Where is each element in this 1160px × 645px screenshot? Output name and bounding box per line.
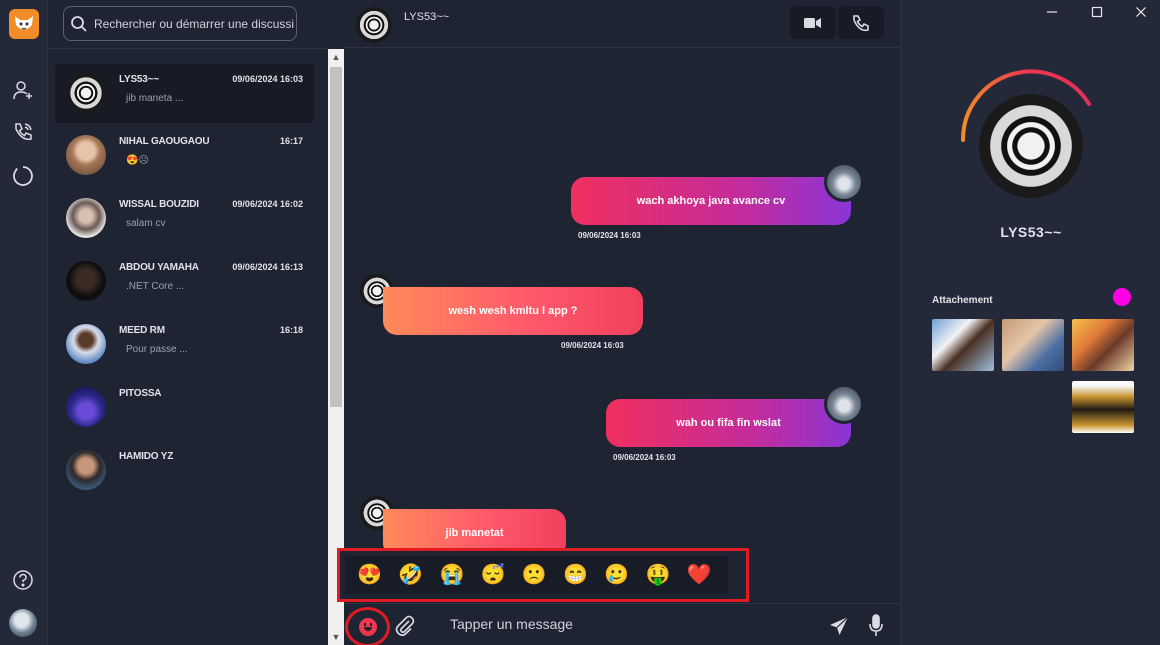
emoji-heart-eyes[interactable]: 😍 [357,565,398,585]
avatar [66,135,106,175]
minimize-button[interactable] [1040,2,1064,22]
attachments-indicator [1113,288,1131,306]
close-button[interactable] [1129,2,1153,22]
conversation-item[interactable]: ABDOU YAMAHA 09/06/2024 16:13 .NET Core … [55,252,314,311]
profile-name: LYS53~~ [1000,224,1062,240]
avatar [66,73,106,113]
emoji-grin[interactable]: 😁 [563,565,604,585]
avatar [66,324,106,364]
chat-title: LYS53~~ [404,11,450,23]
profile-avatar[interactable] [979,94,1083,198]
last-message-time: 16:18 [279,325,303,335]
left-rail [0,0,48,645]
paperclip-icon[interactable] [394,615,416,637]
emoji-frown[interactable]: 🙁 [522,565,563,585]
emoji-rofl[interactable]: 🤣 [398,565,439,585]
last-message-time: 16:17 [279,136,303,146]
last-message-preview: salam cv [126,218,166,229]
message-input[interactable] [450,616,810,632]
last-message-preview: .NET Core ... [126,281,185,292]
message-time: 09/06/2024 16:03 [561,341,624,350]
help-icon[interactable] [10,567,36,593]
message-bubble-outgoing[interactable]: wah ou fifa fin wslat [606,399,851,447]
add-user-icon[interactable] [10,77,36,103]
message-text: wah ou fifa fin wslat [676,417,781,429]
message-text: wach akhoya java avance cv [636,195,786,207]
last-message-time: 09/06/2024 16:02 [232,199,303,209]
message-bubble-incoming[interactable]: wesh wesh kmltu l app ? [383,287,643,335]
conversation-item[interactable]: NIHAL GAOUGAOU 16:17 😍☹ [55,126,314,185]
search-icon [71,15,87,32]
emoji-crying[interactable]: 😭 [439,565,480,585]
contact-name: ABDOU YAMAHA [119,262,199,273]
last-message-time: 09/06/2024 16:03 [232,74,303,84]
contact-name: MEED RM [119,325,165,336]
contact-name: NIHAL GAOUGAOU [119,136,210,147]
last-message-preview: 😍☹ [126,155,149,166]
message-time: 09/06/2024 16:03 [613,453,676,462]
emoji-money-mouth[interactable]: 🤑 [646,565,687,585]
last-message-preview: jib maneta ... [126,93,184,104]
search-box[interactable] [63,6,297,41]
message-bubble-incoming[interactable]: jib manetat [383,509,566,549]
video-icon [804,17,821,28]
self-avatar[interactable] [9,609,37,637]
chat-avatar[interactable] [356,7,392,43]
conversation-item[interactable]: HAMIDO YZ [55,441,314,500]
scroll-down-arrow[interactable]: ▼ [328,629,344,645]
avatar [66,387,106,427]
phone-call-icon[interactable] [10,119,36,145]
conversation-list: LYS53~~ 09/06/2024 16:03 jib maneta ... … [48,0,328,645]
emoji-sleeping[interactable]: 😴 [481,565,522,585]
fox-logo-icon [9,9,39,39]
attachment-thumbnail[interactable] [1002,319,1064,371]
avatar [66,198,106,238]
microphone-icon[interactable] [868,614,884,638]
contact-name: HAMIDO YZ [119,451,174,462]
video-call-button[interactable] [790,6,836,39]
phone-icon [853,14,869,31]
attachment-thumbnail[interactable] [1072,381,1134,433]
conversation-item[interactable]: LYS53~~ 09/06/2024 16:03 jib maneta ... [55,64,314,123]
sender-avatar [824,384,864,424]
composer [344,603,900,645]
send-icon[interactable] [828,615,850,637]
conversation-item[interactable]: PITOSSA [55,378,314,437]
sender-avatar [824,162,864,202]
scroll-up-arrow[interactable]: ▲ [328,49,344,65]
emoji-tear-smile[interactable]: 🥲 [604,565,645,585]
attachment-thumbnail[interactable] [932,319,994,371]
emoji-row: 😍 🤣 😭 😴 🙁 😁 🥲 🤑 ❤️ [345,556,728,594]
conversation-item[interactable]: WISSAL BOUZIDI 09/06/2024 16:02 salam cv [55,189,314,248]
voice-call-button[interactable] [838,6,884,39]
smiley-icon [358,618,377,636]
scroll-thumb[interactable] [330,67,342,407]
message-time: 09/06/2024 16:03 [578,231,641,240]
message-list: wach akhoya java avance cv 09/06/2024 16… [344,49,900,549]
status-ring-icon[interactable] [10,163,36,189]
message-text: wesh wesh kmltu l app ? [448,305,578,317]
last-message-time: 09/06/2024 16:13 [232,262,303,272]
message-bubble-outgoing[interactable]: wach akhoya java avance cv [571,177,851,225]
contact-name: LYS53~~ [119,74,159,85]
chat-header: LYS53~~ [344,0,900,48]
contact-info-panel: LYS53~~ Attachement [900,0,1160,645]
divider [48,48,328,49]
contact-name: WISSAL BOUZIDI [119,199,199,210]
avatar [66,450,106,490]
maximize-button[interactable] [1085,2,1109,22]
contact-name: PITOSSA [119,388,162,399]
emoji-button[interactable] [345,607,390,645]
attachment-thumbnail[interactable] [1072,319,1134,371]
last-message-preview: Pour passe ... [126,344,188,355]
search-input[interactable] [94,16,294,31]
message-text: jib manetat [445,527,504,539]
avatar [66,261,106,301]
emoji-red-heart[interactable]: ❤️ [687,565,728,585]
emoji-picker: 😍 🤣 😭 😴 🙁 😁 🥲 🤑 ❤️ [337,548,749,602]
conversation-item[interactable]: MEED RM 16:18 Pour passe ... [55,315,314,374]
attachments-title: Attachement [932,295,993,306]
